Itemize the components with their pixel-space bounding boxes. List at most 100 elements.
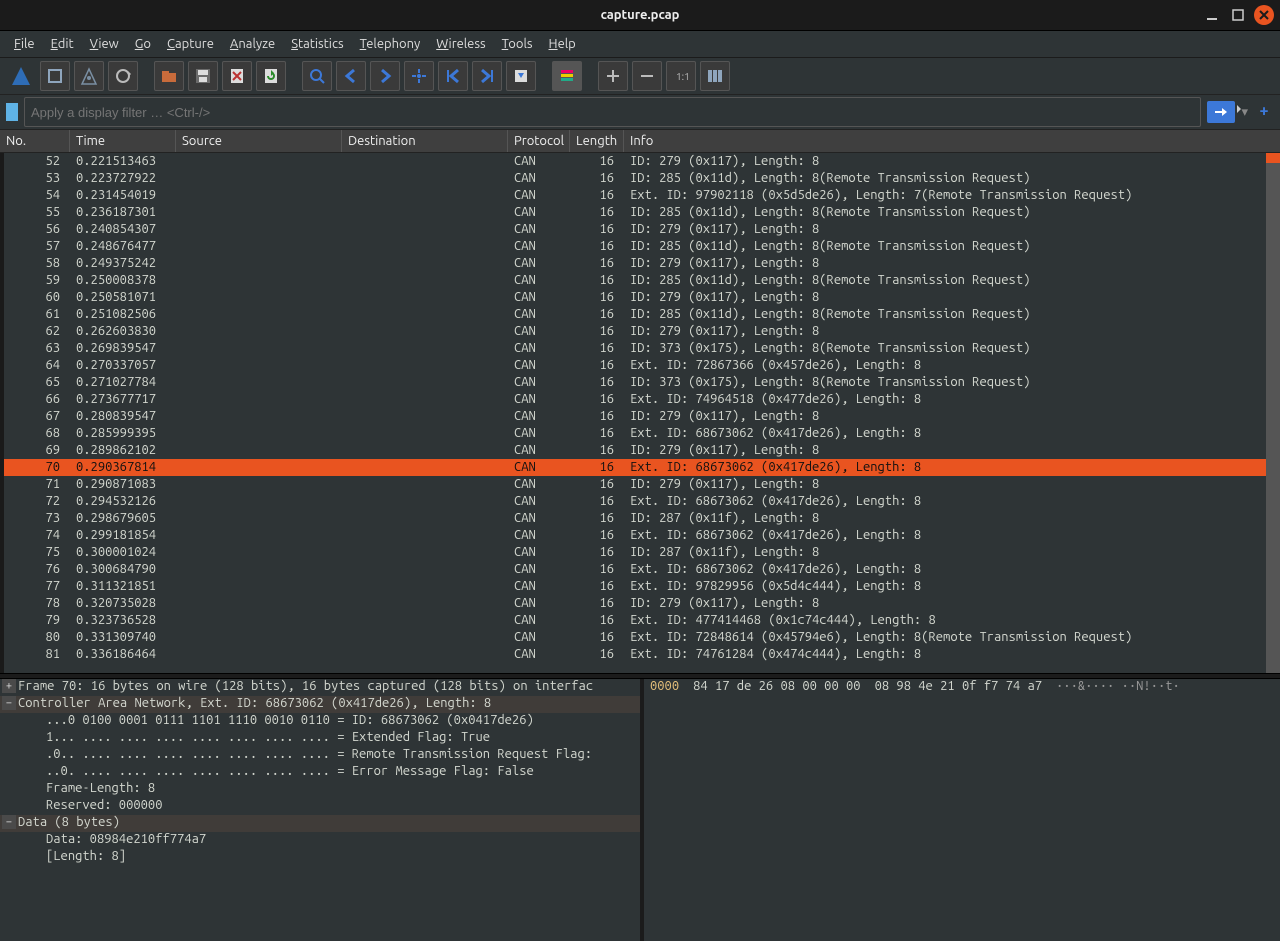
table-row[interactable]: 590.250008378CAN16ID: 285 (0x11d), Lengt… [0, 272, 1280, 289]
bytes-ascii: ···&···· ··N!··t· [1056, 679, 1180, 696]
svg-text:1:1: 1:1 [676, 71, 690, 82]
detail-field[interactable]: Reserved: 000000 [0, 798, 640, 815]
find-button[interactable] [302, 61, 332, 91]
detail-field[interactable]: ...0 0100 0001 0111 1101 1110 0010 0110 … [0, 713, 640, 730]
detail-field[interactable]: ..0. .... .... .... .... .... .... .... … [0, 764, 640, 781]
table-row[interactable]: 810.336186464CAN16Ext. ID: 74761284 (0x4… [0, 646, 1280, 663]
table-row[interactable]: 780.320735028CAN16ID: 279 (0x117), Lengt… [0, 595, 1280, 612]
zoom-in-button[interactable] [598, 61, 628, 91]
column-no[interactable]: No. [0, 130, 70, 152]
table-row[interactable]: 660.273677717CAN16Ext. ID: 74964518 (0x4… [0, 391, 1280, 408]
bytes-offset: 0000 [650, 679, 679, 696]
table-row[interactable]: 540.231454019CAN16Ext. ID: 97902118 (0x5… [0, 187, 1280, 204]
collapse-icon[interactable]: − [2, 815, 16, 829]
menu-view[interactable]: View [82, 35, 127, 53]
menu-tools[interactable]: Tools [494, 35, 541, 53]
column-length[interactable]: Length [570, 130, 624, 152]
window-title: capture.pcap [0, 8, 1280, 22]
zoom-reset-button[interactable]: 1:1 [666, 61, 696, 91]
table-row[interactable]: 520.221513463CAN16ID: 279 (0x117), Lengt… [0, 153, 1280, 170]
apply-filter-button[interactable] [1207, 101, 1235, 123]
open-file-button[interactable] [154, 61, 184, 91]
menu-analyze[interactable]: Analyze [222, 35, 283, 53]
add-filter-button[interactable]: + [1254, 102, 1274, 122]
go-to-packet-button[interactable] [404, 61, 434, 91]
menu-capture[interactable]: Capture [159, 35, 222, 53]
table-row[interactable]: 680.285999395CAN16Ext. ID: 68673062 (0x4… [0, 425, 1280, 442]
column-time[interactable]: Time [70, 130, 176, 152]
column-info[interactable]: Info [624, 130, 1280, 152]
packet-bytes[interactable]: 0000 84 17 de 26 08 00 00 00 08 98 4e 21… [644, 679, 1280, 941]
table-row[interactable]: 530.223727922CAN16ID: 285 (0x11d), Lengt… [0, 170, 1280, 187]
table-row[interactable]: 630.269839547CAN16ID: 373 (0x175), Lengt… [0, 340, 1280, 357]
column-protocol[interactable]: Protocol [508, 130, 570, 152]
colorize-button[interactable] [552, 61, 582, 91]
menu-help[interactable]: Help [541, 35, 584, 53]
table-row[interactable]: 640.270337057CAN16Ext. ID: 72867366 (0x4… [0, 357, 1280, 374]
menu-statistics[interactable]: Statistics [283, 35, 351, 53]
detail-field[interactable]: [Length: 8] [0, 849, 640, 866]
packet-list-scrollbar[interactable] [1266, 153, 1280, 673]
detail-field[interactable]: 1... .... .... .... .... .... .... .... … [0, 730, 640, 747]
can-header: Controller Area Network, Ext. ID: 686730… [18, 696, 491, 710]
go-last-button[interactable] [472, 61, 502, 91]
column-source[interactable]: Source [176, 130, 342, 152]
display-filter-input[interactable] [24, 97, 1201, 127]
detail-field[interactable]: .0.. .... .... .... .... .... .... .... … [0, 747, 640, 764]
collapse-icon[interactable]: − [2, 696, 16, 710]
autoscroll-button[interactable] [506, 61, 536, 91]
table-row[interactable]: 730.298679605CAN16ID: 287 (0x11f), Lengt… [0, 510, 1280, 527]
detail-field[interactable]: Data: 08984e210ff774a7 [0, 832, 640, 849]
table-row[interactable]: 720.294532126CAN16Ext. ID: 68673062 (0x4… [0, 493, 1280, 510]
maximize-button[interactable] [1228, 5, 1248, 25]
close-file-button[interactable] [222, 61, 252, 91]
table-row[interactable]: 670.280839547CAN16ID: 279 (0x117), Lengt… [0, 408, 1280, 425]
go-forward-button[interactable] [370, 61, 400, 91]
expand-icon[interactable]: + [2, 679, 16, 693]
bytes-hex-group-2: 08 98 4e 21 0f f7 74 a7 [875, 679, 1042, 696]
save-file-button[interactable] [188, 61, 218, 91]
frame-summary: Frame 70: 16 bytes on wire (128 bits), 1… [18, 679, 593, 693]
minimize-button[interactable] [1202, 5, 1222, 25]
table-row[interactable]: 750.300001024CAN16ID: 287 (0x11f), Lengt… [0, 544, 1280, 561]
table-row[interactable]: 700.290367814CAN16Ext. ID: 68673062 (0x4… [0, 459, 1280, 476]
packet-details[interactable]: +Frame 70: 16 bytes on wire (128 bits), … [0, 679, 644, 941]
resize-columns-button[interactable] [700, 61, 730, 91]
toolbar: 1:1 [0, 58, 1280, 95]
go-back-button[interactable] [336, 61, 366, 91]
menu-telephony[interactable]: Telephony [352, 35, 429, 53]
packet-list[interactable]: 520.221513463CAN16ID: 279 (0x117), Lengt… [0, 153, 1280, 673]
go-first-button[interactable] [438, 61, 468, 91]
table-row[interactable]: 550.236187301CAN16ID: 285 (0x11d), Lengt… [0, 204, 1280, 221]
table-row[interactable]: 770.311321851CAN16Ext. ID: 97829956 (0x5… [0, 578, 1280, 595]
window-titlebar: capture.pcap [0, 0, 1280, 31]
table-row[interactable]: 760.300684790CAN16Ext. ID: 68673062 (0x4… [0, 561, 1280, 578]
table-row[interactable]: 570.248676477CAN16ID: 285 (0x11d), Lengt… [0, 238, 1280, 255]
table-row[interactable]: 600.250581071CAN16ID: 279 (0x117), Lengt… [0, 289, 1280, 306]
table-row[interactable]: 620.262603830CAN16ID: 279 (0x117), Lengt… [0, 323, 1280, 340]
detail-field[interactable]: Frame-Length: 8 [0, 781, 640, 798]
table-row[interactable]: 580.249375242CAN16ID: 279 (0x117), Lengt… [0, 255, 1280, 272]
capture-options-button[interactable] [40, 61, 70, 91]
table-row[interactable]: 610.251082506CAN16ID: 285 (0x11d), Lengt… [0, 306, 1280, 323]
table-row[interactable]: 790.323736528CAN16Ext. ID: 477414468 (0x… [0, 612, 1280, 629]
packet-list-gutter [0, 153, 4, 673]
menu-file[interactable]: File [6, 35, 43, 53]
menu-wireless[interactable]: Wireless [428, 35, 493, 53]
table-row[interactable]: 650.271027784CAN16ID: 373 (0x175), Lengt… [0, 374, 1280, 391]
bookmark-icon[interactable] [6, 103, 18, 121]
menu-edit[interactable]: Edit [43, 35, 82, 53]
reload-file-button[interactable] [256, 61, 286, 91]
table-row[interactable]: 740.299181854CAN16Ext. ID: 68673062 (0x4… [0, 527, 1280, 544]
close-button[interactable] [1254, 5, 1274, 25]
table-row[interactable]: 710.290871083CAN16ID: 279 (0x117), Lengt… [0, 476, 1280, 493]
zoom-out-button[interactable] [632, 61, 662, 91]
menubar: FileEditViewGoCaptureAnalyzeStatisticsTe… [0, 31, 1280, 58]
column-destination[interactable]: Destination [342, 130, 508, 152]
table-row[interactable]: 800.331309740CAN16Ext. ID: 72848614 (0x4… [0, 629, 1280, 646]
table-row[interactable]: 560.240854307CAN16ID: 279 (0x117), Lengt… [0, 221, 1280, 238]
table-row[interactable]: 690.289862102CAN16ID: 279 (0x117), Lengt… [0, 442, 1280, 459]
start-capture-button[interactable] [74, 61, 104, 91]
restart-capture-button[interactable] [108, 61, 138, 91]
menu-go[interactable]: Go [127, 35, 159, 53]
